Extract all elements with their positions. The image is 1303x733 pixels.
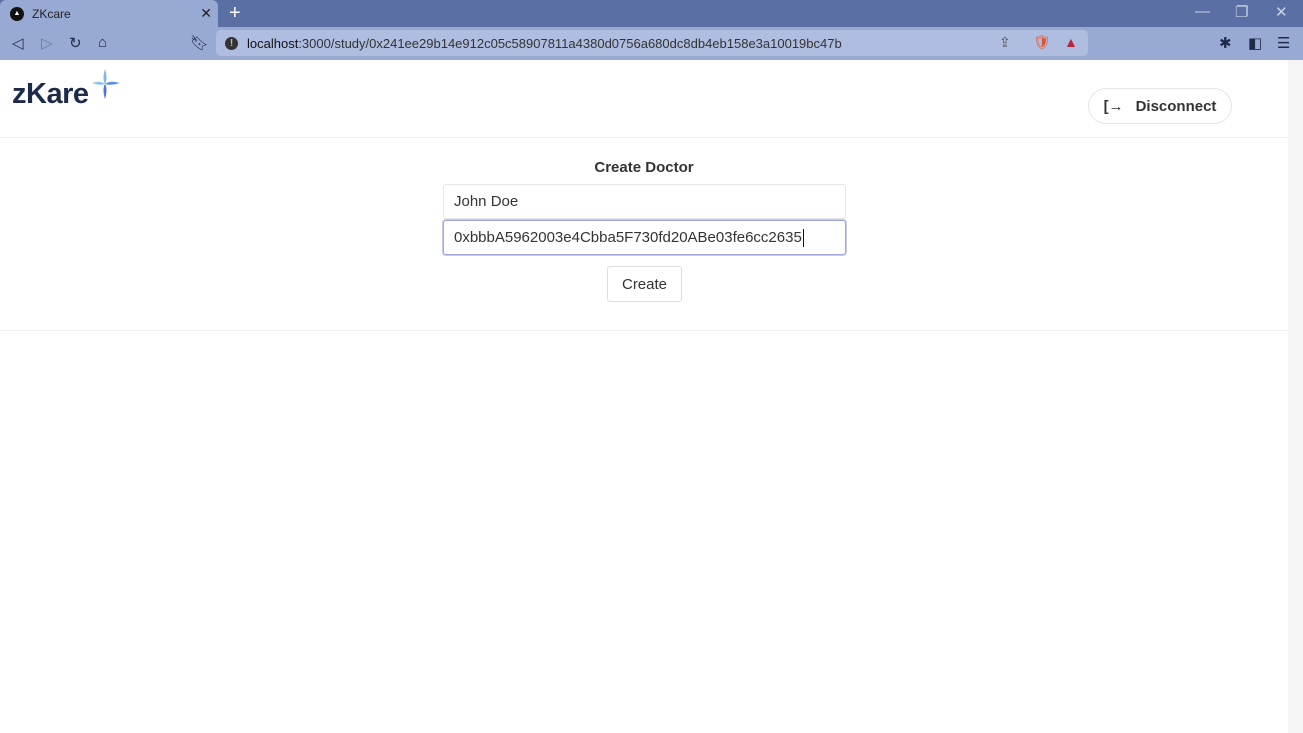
- info-icon[interactable]: !: [225, 36, 238, 50]
- disconnect-button[interactable]: [→ Disconnect: [1088, 88, 1232, 124]
- create-doctor-form: Create Doctor John Doe 0xbbbA5962003e4Cb…: [0, 138, 1288, 331]
- app-header: zKare [→ Disconnect: [0, 60, 1288, 138]
- tab-title: ZKcare: [32, 6, 71, 21]
- text-caret: [802, 228, 804, 247]
- extensions-icon[interactable]: ✱: [1219, 34, 1232, 52]
- home-icon[interactable]: ⌂: [98, 34, 107, 51]
- brave-shield-icon[interactable]: 🛡︎: [1033, 34, 1051, 51]
- doctor-address-input[interactable]: 0xbbbA5962003e4Cbba5F730fd20ABe03fe6cc26…: [443, 220, 846, 255]
- scrollbar[interactable]: [1288, 60, 1303, 733]
- favicon-icon: ▲: [10, 6, 24, 21]
- menu-icon[interactable]: ☰: [1277, 34, 1290, 52]
- share-icon[interactable]: ⇪: [999, 34, 1011, 51]
- sidebar-icon[interactable]: ◧: [1248, 34, 1262, 52]
- close-tab-icon[interactable]: ✕: [200, 5, 212, 22]
- form-title: Create Doctor: [594, 159, 694, 176]
- browser-tab[interactable]: ▲ ZKcare ✕: [0, 0, 218, 27]
- forward-icon[interactable]: ▷: [41, 34, 53, 52]
- logo-sparkle-icon: [92, 69, 120, 99]
- logout-icon: [→: [1103, 97, 1124, 115]
- page: zKare [→ Disconnect Create Doctor John D…: [0, 60, 1288, 733]
- close-window-icon[interactable]: ✕: [1275, 3, 1288, 21]
- tab-strip: ▲ ZKcare ✕ + — ❐ ✕: [0, 0, 1303, 27]
- url-text[interactable]: localhost:3000/study/0x241ee29b14e912c05…: [247, 36, 842, 51]
- disconnect-label: Disconnect: [1135, 97, 1217, 115]
- bookmark-icon[interactable]: 🔖︎: [190, 34, 209, 52]
- browser-toolbar: ◁ ▷ ↻ ⌂ 🔖︎ ! localhost:3000/study/0x241e…: [0, 27, 1303, 60]
- address-bar[interactable]: ! localhost:3000/study/0x241ee29b14e912c…: [216, 30, 1088, 56]
- back-icon[interactable]: ◁: [12, 34, 24, 52]
- brave-rewards-icon[interactable]: ▲: [1064, 34, 1078, 50]
- doctor-name-input[interactable]: John Doe: [443, 184, 846, 219]
- new-tab-icon[interactable]: +: [229, 2, 241, 25]
- create-button[interactable]: Create: [607, 266, 682, 302]
- minimize-icon[interactable]: —: [1195, 3, 1210, 20]
- reload-icon[interactable]: ↻: [69, 34, 82, 52]
- restore-icon[interactable]: ❐: [1235, 3, 1248, 21]
- logo: zKare: [12, 78, 89, 110]
